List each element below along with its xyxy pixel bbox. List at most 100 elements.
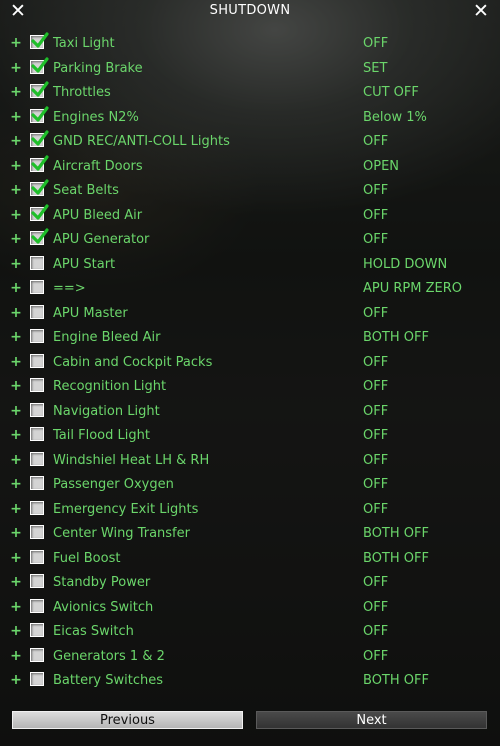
item-label: Windshiel Heat LH & RH (53, 452, 210, 468)
checkbox[interactable] (30, 154, 49, 172)
checkbox[interactable] (30, 402, 44, 417)
expand-icon[interactable]: + (9, 452, 23, 468)
checklist-item: + Engine Bleed Air BOTH OFF (0, 325, 500, 350)
item-value: OFF (363, 403, 389, 419)
checklist-item: + Throttles CUT OFF (0, 80, 500, 105)
checklist-item: + APU Generator OFF (0, 227, 500, 252)
checkbox[interactable] (30, 623, 44, 637)
checklist-item: + GND REC/ANTI-COLL Lights OFF (0, 129, 500, 154)
checkbox[interactable] (30, 451, 44, 466)
item-label: Standby Power (53, 575, 151, 590)
checkbox[interactable] (30, 179, 49, 196)
checkbox[interactable] (30, 672, 44, 686)
checkbox[interactable] (30, 378, 44, 392)
checkbox[interactable] (30, 500, 44, 515)
expand-icon[interactable]: + (9, 60, 23, 76)
previous-button[interactable]: Previous (12, 711, 243, 729)
item-value: OFF (363, 624, 389, 639)
checkbox[interactable] (30, 105, 49, 123)
checklist-item: + Parking Brake SET (0, 56, 500, 81)
item-label: Navigation Light (53, 403, 160, 419)
checkbox[interactable] (30, 203, 49, 221)
expand-icon[interactable]: + (9, 133, 23, 149)
expand-icon[interactable]: + (9, 623, 23, 639)
item-value: OFF (363, 134, 389, 149)
item-label: Recognition Light (53, 379, 167, 394)
checkbox[interactable] (30, 32, 49, 49)
expand-icon[interactable]: + (9, 182, 23, 198)
expand-icon[interactable]: + (9, 305, 23, 321)
item-value: BOTH OFF (363, 550, 429, 566)
item-label: ==> (53, 281, 86, 296)
item-label: Emergency Exit Lights (53, 501, 199, 517)
expand-icon[interactable]: + (9, 231, 23, 247)
expand-icon[interactable]: + (9, 256, 23, 272)
item-value: SET (363, 60, 388, 76)
check-icon (31, 81, 49, 97)
expand-icon[interactable]: + (9, 648, 23, 664)
expand-icon[interactable]: + (9, 501, 23, 517)
checklist-item: + APU Master OFF (0, 301, 500, 326)
expand-icon[interactable]: + (9, 207, 23, 223)
checkbox[interactable] (30, 56, 49, 74)
expand-icon[interactable]: + (9, 672, 23, 688)
checklist-item: + Cabin and Cockpit Packs OFF (0, 350, 500, 375)
checkbox[interactable] (30, 598, 44, 613)
item-label: Generators 1 & 2 (53, 648, 165, 664)
item-value: OFF (363, 648, 389, 664)
checklist-item: + Windshiel Heat LH & RH OFF (0, 448, 500, 473)
item-value: OFF (363, 599, 389, 615)
checklist-item: + Recognition Light OFF (0, 374, 500, 399)
expand-icon[interactable]: + (9, 158, 23, 174)
item-label: Engines N2% (53, 109, 139, 125)
item-label: Throttles (53, 85, 111, 100)
expand-icon[interactable]: + (9, 109, 23, 125)
item-label: Parking Brake (53, 60, 143, 76)
item-label: Fuel Boost (53, 550, 121, 566)
checkbox[interactable] (30, 304, 44, 319)
item-value: OFF (363, 452, 389, 468)
item-value: OFF (363, 354, 389, 370)
checkbox[interactable] (30, 427, 44, 441)
item-label: Aircraft Doors (53, 158, 143, 174)
expand-icon[interactable]: + (9, 550, 23, 566)
checkbox[interactable] (30, 81, 49, 98)
checkbox[interactable] (30, 647, 44, 662)
checkbox[interactable] (30, 549, 44, 564)
check-icon (31, 56, 49, 73)
expand-icon[interactable]: + (9, 599, 23, 615)
close-icon[interactable]: ✕ (470, 0, 492, 22)
checkbox[interactable] (30, 353, 44, 368)
checklist: + Taxi Light OFF + Parking Brake SET + T… (0, 31, 500, 693)
expand-icon[interactable]: + (9, 476, 23, 492)
checkbox[interactable] (30, 228, 49, 245)
expand-icon[interactable]: + (9, 35, 23, 51)
item-value: BOTH OFF (363, 526, 429, 541)
checkbox[interactable] (30, 329, 44, 343)
expand-icon[interactable]: + (9, 574, 23, 590)
checklist-item: + APU Start HOLD DOWN (0, 252, 500, 277)
item-label: Tail Flood Light (53, 428, 150, 443)
checkbox[interactable] (30, 525, 44, 539)
expand-icon[interactable]: + (9, 329, 23, 345)
item-label: Seat Belts (53, 183, 119, 198)
expand-icon[interactable]: + (9, 378, 23, 394)
expand-icon[interactable]: + (9, 427, 23, 443)
checkbox[interactable] (30, 130, 49, 147)
expand-icon[interactable]: + (9, 525, 23, 541)
expand-icon[interactable]: + (9, 280, 23, 296)
checklist-item: + Passenger Oxygen OFF (0, 472, 500, 497)
next-button[interactable]: Next (256, 711, 487, 729)
item-label: Passenger Oxygen (53, 477, 174, 492)
item-value: OFF (363, 501, 389, 517)
expand-icon[interactable]: + (9, 354, 23, 370)
check-icon (31, 130, 49, 146)
checklist-item: + Navigation Light OFF (0, 399, 500, 424)
checkbox[interactable] (30, 280, 44, 294)
checkbox[interactable] (30, 574, 44, 588)
checklist-item: + Standby Power OFF (0, 570, 500, 595)
expand-icon[interactable]: + (9, 84, 23, 100)
expand-icon[interactable]: + (9, 403, 23, 419)
checkbox[interactable] (30, 255, 44, 270)
checkbox[interactable] (30, 476, 44, 490)
